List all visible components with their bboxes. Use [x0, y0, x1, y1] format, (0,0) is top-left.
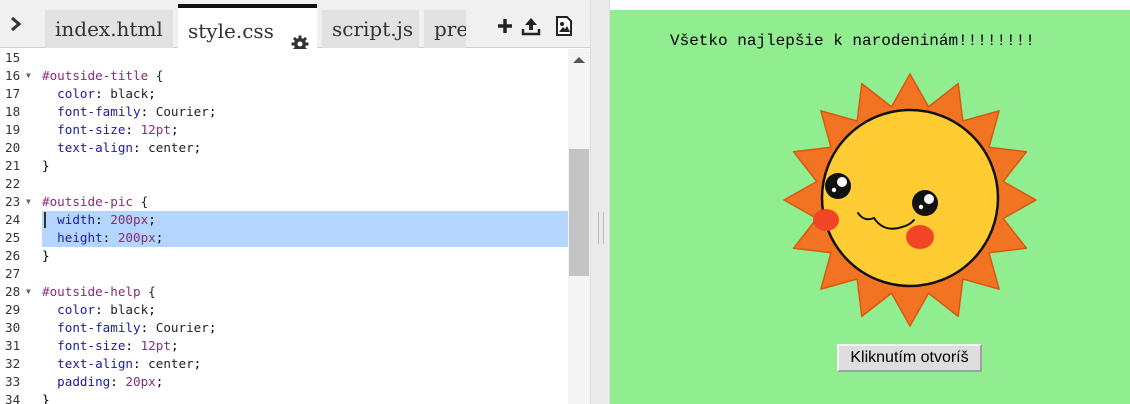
code-text: #outside-pic {: [42, 194, 149, 209]
fold-arrow-icon[interactable]: ▼: [26, 67, 31, 85]
code-line[interactable]: 31 font-size: 12pt;: [0, 337, 568, 355]
code-text: height: 200px;: [42, 229, 568, 247]
code-text: text-align: center;: [57, 140, 202, 155]
sun-cheek: [813, 209, 839, 231]
code-line[interactable]: 17 color: black;: [0, 85, 568, 103]
eye-highlight: [831, 187, 837, 193]
sun-eye: [912, 190, 938, 216]
sun-eye: [825, 173, 851, 199]
chevron-right-icon[interactable]: [0, 0, 32, 48]
tab-style-css[interactable]: style.css: [178, 4, 317, 49]
code-text: font-family: Courier;: [57, 104, 217, 119]
line-number: 24: [5, 212, 21, 227]
code-line[interactable]: 22: [0, 175, 568, 193]
code-line[interactable]: 19 font-size: 12pt;: [0, 121, 568, 139]
code-text: width: 200px;: [42, 211, 568, 229]
code-text: }: [42, 158, 50, 173]
code-line[interactable]: 29 color: black;: [0, 301, 568, 319]
fold-arrow-icon[interactable]: ▼: [26, 193, 31, 211]
code-line[interactable]: 30 font-family: Courier;: [0, 319, 568, 337]
code-line[interactable]: 24 width: 200px;: [0, 211, 568, 229]
line-number: 32: [5, 356, 21, 371]
sun-image: [780, 70, 1040, 330]
eye-highlight: [918, 204, 924, 210]
code-line[interactable]: 16 ▼ #outside-title {: [0, 67, 568, 85]
code-text: text-align: center;: [57, 356, 202, 371]
code-line[interactable]: 20 text-align: center;: [0, 139, 568, 157]
code-line[interactable]: 33 padding: 20px;: [0, 373, 568, 391]
code-text: font-size: 12pt;: [57, 122, 179, 137]
tab-script-js[interactable]: script.js: [322, 10, 419, 48]
code-line[interactable]: 15: [0, 49, 568, 67]
code-text: #outside-title {: [42, 68, 164, 83]
text-cursor: [44, 212, 46, 228]
line-number: 17: [5, 86, 21, 101]
code-line[interactable]: 21}: [0, 157, 568, 175]
code-line[interactable]: 26}: [0, 247, 568, 265]
line-number: 15: [5, 50, 21, 65]
scroll-up-icon[interactable]: [573, 57, 585, 63]
sun-cheek: [906, 225, 934, 249]
line-number: 27: [5, 266, 21, 281]
code-text: }: [42, 392, 50, 404]
open-button[interactable]: Kliknutím otvoríš: [837, 344, 982, 372]
eye-highlight: [837, 177, 847, 187]
line-number: 20: [5, 140, 21, 155]
splitter-grip-icon[interactable]: [598, 212, 604, 244]
line-number: 31: [5, 338, 21, 353]
line-number: 33: [5, 374, 21, 389]
code-editor-pane: index.html style.css script.js pre 15 16…: [0, 0, 590, 404]
code-text: padding: 20px;: [57, 374, 164, 389]
tab-index-html[interactable]: index.html: [45, 10, 173, 48]
eye-highlight: [924, 194, 934, 204]
pane-splitter[interactable]: [590, 0, 610, 404]
code-text: font-size: 12pt;: [57, 338, 179, 353]
image-icon[interactable]: [554, 16, 574, 36]
code-text: font-family: Courier;: [57, 320, 217, 335]
code-line[interactable]: 23 ▼ #outside-pic {: [0, 193, 568, 211]
tab-bar: index.html style.css script.js pre: [0, 0, 590, 49]
line-number: 34: [5, 392, 21, 404]
tab-label: index.html: [55, 17, 163, 41]
line-number: 19: [5, 122, 21, 137]
upload-icon[interactable]: [521, 16, 541, 36]
tab-label: style.css: [188, 19, 274, 43]
sun-face: [820, 108, 1000, 288]
gear-icon[interactable]: [291, 23, 309, 49]
code-line[interactable]: 34}: [0, 391, 568, 404]
line-number: 22: [5, 176, 21, 191]
line-number: 25: [5, 230, 21, 245]
plus-icon[interactable]: [495, 16, 515, 36]
code-line[interactable]: 27: [0, 265, 568, 283]
tab-label: script.js: [332, 17, 414, 41]
line-number: 29: [5, 302, 21, 317]
fold-arrow-icon[interactable]: ▼: [26, 283, 31, 301]
code-text: #outside-help {: [42, 284, 156, 299]
tab-preview[interactable]: pre: [424, 10, 466, 48]
code-text: }: [42, 248, 50, 263]
code-line[interactable]: 28 ▼ #outside-help {: [0, 283, 568, 301]
tab-label: pre: [434, 17, 466, 41]
preview-title: Všetko najlepšie k narodeninám!!!!!!!!: [670, 32, 1035, 50]
code-text: color: black;: [57, 86, 156, 101]
code-text: color: black;: [57, 302, 156, 317]
editor-scrollbar[interactable]: [568, 49, 590, 404]
line-number: 26: [5, 248, 21, 263]
line-number: 21: [5, 158, 21, 173]
line-number: 30: [5, 320, 21, 335]
scrollbar-thumb[interactable]: [569, 149, 589, 276]
code-line[interactable]: 25 height: 200px;: [0, 229, 568, 247]
code-editor[interactable]: 15 16 ▼ #outside-title {17 color: black; 18 …: [0, 49, 568, 404]
line-number: 18: [5, 104, 21, 119]
code-line[interactable]: 18 font-family: Courier;: [0, 103, 568, 121]
code-line[interactable]: 32 text-align: center;: [0, 355, 568, 373]
preview-pane: Všetko najlepšie k narodeninám!!!!!!!! K…: [610, 10, 1130, 404]
